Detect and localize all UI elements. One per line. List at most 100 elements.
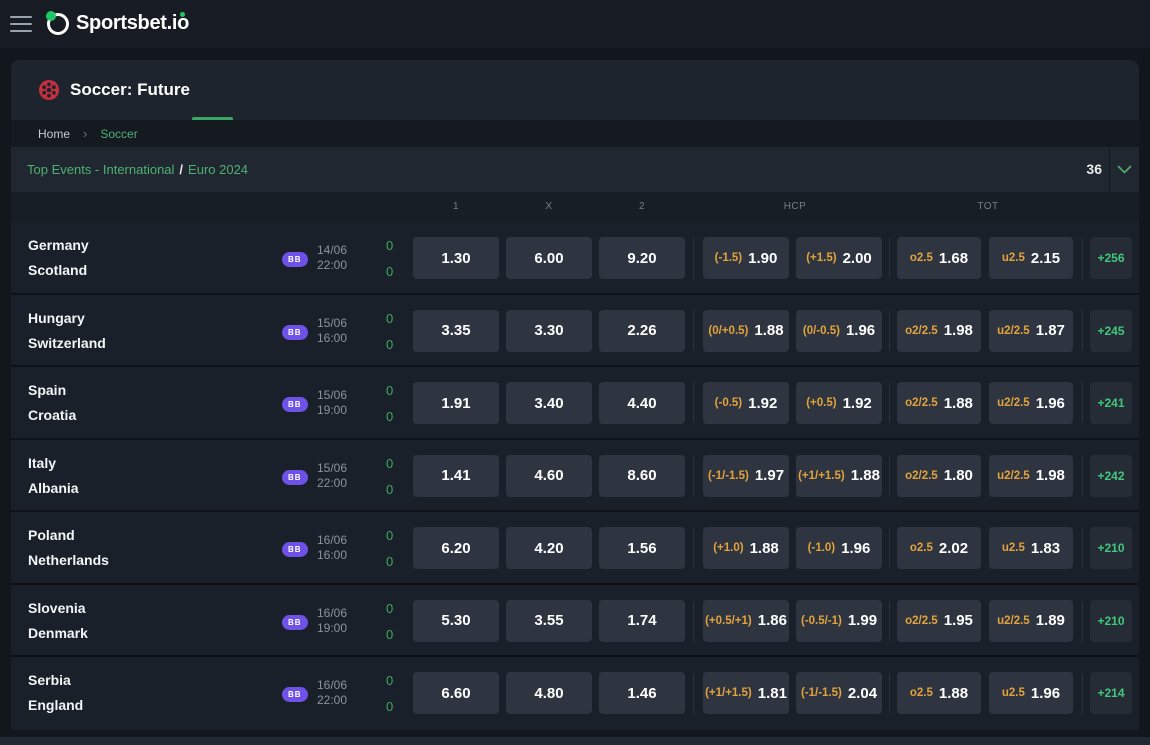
brand-logo[interactable]: Sportsbet.io [47,12,189,35]
total-under-button[interactable]: u2.5 2.15 [989,237,1073,279]
total-over-button[interactable]: o2/2.5 1.80 [897,455,981,497]
more-markets-button[interactable]: +210 [1090,600,1132,642]
home-team-name[interactable]: Germany [28,233,89,258]
odds-value: 1.88 [944,395,973,412]
odds-home-button[interactable]: 5.30 [413,600,499,642]
total-over-button[interactable]: o2.5 1.88 [897,672,981,714]
total-over-button[interactable]: o2/2.5 1.98 [897,310,981,352]
odds-away-button[interactable]: 1.46 [599,672,685,714]
odds-value: 2.02 [939,540,968,557]
total-under-button[interactable]: u2/2.5 1.89 [989,600,1073,642]
odds-away-button[interactable]: 1.74 [599,600,685,642]
handicap-home-button[interactable]: (0/+0.5) 1.88 [703,310,789,352]
home-team-name[interactable]: Spain [28,378,76,403]
chevron-down-icon[interactable] [1117,165,1132,174]
handicap-away-button[interactable]: (-1.0) 1.96 [796,527,882,569]
more-markets-button[interactable]: +214 [1090,672,1132,714]
odds-home-button[interactable]: 6.60 [413,672,499,714]
total-over-button[interactable]: o2/2.5 1.95 [897,600,981,642]
total-under-button[interactable]: u2.5 1.96 [989,672,1073,714]
odds-home-button[interactable]: 3.35 [413,310,499,352]
more-markets-button[interactable]: +242 [1090,455,1132,497]
handicap-home-button[interactable]: (+1/+1.5) 1.81 [703,672,789,714]
total-over-button[interactable]: o2.5 1.68 [897,237,981,279]
odds-draw-button[interactable]: 4.80 [506,672,592,714]
sportsbet-logo-icon [47,13,69,35]
group-divider [1082,601,1083,641]
column-header-1: 1 [453,201,459,212]
team-names[interactable]: Germany Scotland [28,233,89,283]
home-team-name[interactable]: Poland [28,523,109,548]
away-team-name[interactable]: Denmark [28,621,88,646]
handicap-home-button[interactable]: (-1.5) 1.90 [703,237,789,279]
odds-value: 3.35 [441,322,470,339]
handicap-away-button[interactable]: (0/-0.5) 1.96 [796,310,882,352]
total-over-button[interactable]: o2/2.5 1.88 [897,382,981,424]
more-markets-button[interactable]: +241 [1090,382,1132,424]
odds-away-button[interactable]: 1.56 [599,527,685,569]
away-team-name[interactable]: Scotland [28,258,89,283]
more-markets-button[interactable]: +210 [1090,527,1132,569]
odds-away-button[interactable]: 8.60 [599,455,685,497]
odds-value: 1.68 [939,250,968,267]
odds-value: 2.00 [843,250,872,267]
match-scores: 0 0 [386,451,393,503]
menu-icon[interactable] [10,16,32,32]
total-under-button[interactable]: u2/2.5 1.96 [989,382,1073,424]
handicap-home-button[interactable]: (+1.0) 1.88 [703,527,789,569]
team-names[interactable]: Italy Albania [28,451,79,501]
odds-away-button[interactable]: 9.20 [599,237,685,279]
away-team-name[interactable]: Albania [28,476,79,501]
filter-category-link[interactable]: Top Events - International [27,162,174,177]
team-names[interactable]: Poland Netherlands [28,523,109,573]
odds-home-button[interactable]: 1.41 [413,455,499,497]
more-markets-button[interactable]: +256 [1090,237,1132,279]
away-team-name[interactable]: Switzerland [28,331,106,356]
odds-draw-button[interactable]: 4.20 [506,527,592,569]
odds-draw-button[interactable]: 3.40 [506,382,592,424]
odds-draw-button[interactable]: 3.30 [506,310,592,352]
handicap-home-button[interactable]: (+0.5/+1) 1.86 [703,600,789,642]
handicap-away-button[interactable]: (+1/+1.5) 1.88 [796,455,882,497]
team-names[interactable]: Hungary Switzerland [28,306,106,356]
away-team-name[interactable]: England [28,693,83,718]
total-under-button[interactable]: u2/2.5 1.87 [989,310,1073,352]
odds-home-button[interactable]: 1.30 [413,237,499,279]
odds-away-button[interactable]: 4.40 [599,382,685,424]
total-under-button[interactable]: u2.5 1.83 [989,527,1073,569]
breadcrumb-home-link[interactable]: Home [38,127,70,141]
handicap-away-button[interactable]: (-1/-1.5) 2.04 [796,672,882,714]
filter-tournament-link[interactable]: Euro 2024 [188,162,248,177]
away-team-name[interactable]: Croatia [28,403,76,428]
team-names[interactable]: Slovenia Denmark [28,596,88,646]
total-under-button[interactable]: u2/2.5 1.98 [989,455,1073,497]
breadcrumb-soccer-link[interactable]: Soccer [100,127,137,141]
home-team-name[interactable]: Slovenia [28,596,88,621]
home-team-name[interactable]: Hungary [28,306,106,331]
handicap-away-button[interactable]: (+0.5) 1.92 [796,382,882,424]
home-team-name[interactable]: Serbia [28,668,83,693]
team-names[interactable]: Spain Croatia [28,378,76,428]
more-markets-button[interactable]: +245 [1090,310,1132,352]
home-team-name[interactable]: Italy [28,451,79,476]
match-scores: 0 0 [386,668,393,720]
odds-draw-button[interactable]: 6.00 [506,237,592,279]
handicap-home-button[interactable]: (-1/-1.5) 1.97 [703,455,789,497]
bet-builder-badge: BB [282,252,308,267]
odds-away-button[interactable]: 2.26 [599,310,685,352]
page-header: Soccer: Future [11,60,1139,120]
odds-home-button[interactable]: 1.91 [413,382,499,424]
match-row: Serbia England BB 16/06 22:00 0 0 6.60 4… [11,657,1139,730]
away-team-name[interactable]: Netherlands [28,548,109,573]
group-divider [889,528,890,568]
odds-home-button[interactable]: 6.20 [413,527,499,569]
total-over-button[interactable]: o2.5 2.02 [897,527,981,569]
handicap-home-button[interactable]: (-0.5) 1.92 [703,382,789,424]
odds-draw-button[interactable]: 3.55 [506,600,592,642]
handicap-away-button[interactable]: (-0.5/-1) 1.99 [796,600,882,642]
team-names[interactable]: Serbia England [28,668,83,718]
handicap-away-button[interactable]: (+1.5) 2.00 [796,237,882,279]
brand-name: Sportsbet.io [76,12,189,35]
odds-draw-button[interactable]: 4.60 [506,455,592,497]
bet-builder-badge: BB [282,470,308,485]
